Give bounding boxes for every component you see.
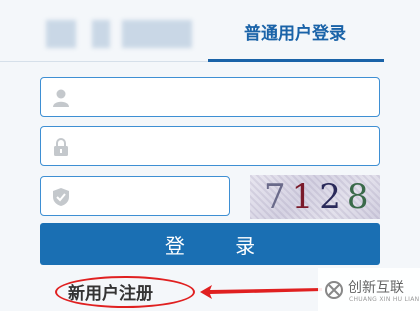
- username-input[interactable]: [81, 78, 375, 118]
- watermark-brand: 创新互联: [348, 280, 404, 296]
- captcha-char: 2: [319, 177, 347, 217]
- captcha-input[interactable]: [81, 177, 225, 217]
- tab-blurred[interactable]: [46, 20, 76, 48]
- captcha-char: 1: [291, 177, 320, 217]
- captcha-char: 8: [346, 177, 375, 217]
- password-field[interactable]: [40, 126, 380, 167]
- arrow-icon: [200, 285, 322, 299]
- shield-check-icon: [53, 188, 69, 206]
- captcha-code: 7128: [264, 177, 375, 217]
- active-tab-indicator: [208, 59, 384, 62]
- captcha-image[interactable]: 7128: [250, 175, 380, 219]
- lock-icon: [54, 138, 68, 156]
- tab-blurred-part: [122, 20, 192, 48]
- watermark-subtitle: CHUANG XIN HU LIAN: [349, 296, 420, 303]
- captcha-char: 7: [264, 177, 292, 217]
- tab-normal-user-login[interactable]: 普通用户登录: [210, 0, 380, 62]
- login-button[interactable]: 登 录: [40, 223, 380, 265]
- user-icon: [53, 89, 69, 107]
- register-link[interactable]: 新用户注册: [68, 279, 153, 304]
- username-field[interactable]: [40, 77, 380, 118]
- watermark: 创新互联 CHUANG XIN HU LIAN: [318, 268, 420, 311]
- tab-blurred-part: [92, 20, 110, 48]
- login-panel: 普通用户登录 7128 登 录 新用户注册 创新互联 CHUANG XIN HU…: [0, 0, 420, 311]
- login-tabs: 普通用户登录: [0, 0, 420, 64]
- brand-logo-icon: [325, 281, 343, 299]
- password-input[interactable]: [81, 127, 375, 167]
- captcha-field[interactable]: [40, 176, 230, 217]
